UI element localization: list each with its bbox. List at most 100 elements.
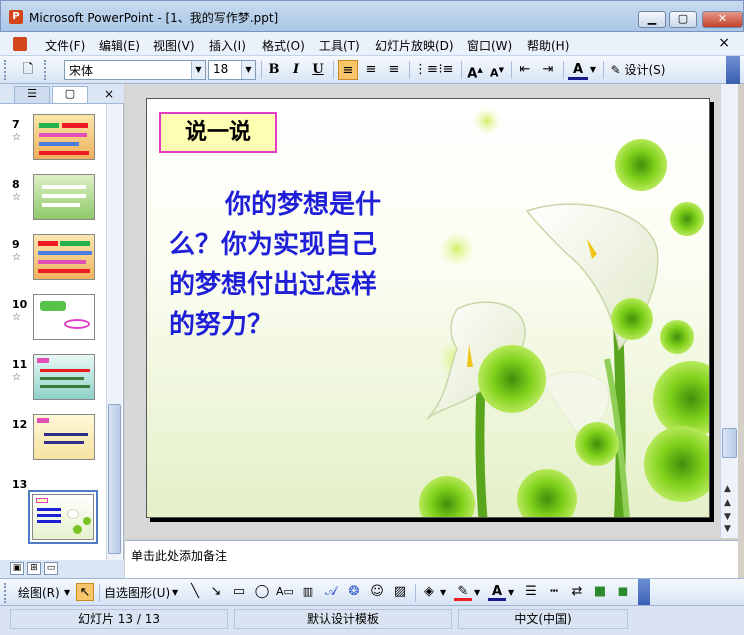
picture-icon[interactable]: ▨ bbox=[391, 583, 409, 601]
font-color-icon[interactable]: A bbox=[568, 60, 588, 80]
align-left-icon[interactable]: ≡ bbox=[338, 60, 358, 80]
close-window-button[interactable]: ✕ bbox=[702, 11, 743, 28]
toolbar-grip[interactable] bbox=[44, 60, 48, 80]
font-size-select[interactable]: 18 ▼ bbox=[208, 60, 256, 80]
chevron-down-icon[interactable]: ▼ bbox=[64, 588, 70, 597]
chrysanthemum bbox=[517, 469, 577, 517]
chevron-down-icon[interactable]: ▼ bbox=[241, 61, 255, 79]
toolbar-options-handle[interactable] bbox=[638, 579, 650, 606]
shadow-style-icon[interactable]: ■ bbox=[591, 583, 609, 601]
oval-icon[interactable]: ◯ bbox=[253, 583, 271, 601]
decrease-font-size-icon[interactable]: A▼ bbox=[487, 60, 507, 80]
slide-title[interactable]: 说一说 bbox=[159, 112, 277, 153]
menu-slideshow[interactable]: 幻灯片放映(D) bbox=[375, 37, 454, 54]
previous-slide-icon[interactable]: ▲ bbox=[724, 484, 731, 494]
rectangle-icon[interactable]: ▭ bbox=[230, 583, 248, 601]
diagram-icon[interactable]: ❂ bbox=[345, 583, 363, 601]
line-color-icon[interactable]: ✎ bbox=[454, 583, 472, 601]
chevron-down-icon[interactable]: ▼ bbox=[474, 588, 480, 597]
menu-view[interactable]: 视图(V) bbox=[153, 37, 195, 54]
wordart-icon[interactable]: 𝒜 bbox=[322, 583, 340, 601]
slide-number: 7 bbox=[12, 118, 20, 131]
chrysanthemum bbox=[478, 345, 546, 413]
menu-format[interactable]: 格式(O) bbox=[262, 37, 305, 54]
next-slide-icon[interactable]: ▼ bbox=[724, 524, 731, 534]
underline-button[interactable]: U bbox=[308, 60, 328, 80]
arrow-icon[interactable]: ↘ bbox=[207, 583, 225, 601]
previous-slide-icon[interactable]: ▲ bbox=[724, 498, 731, 508]
toolbar-grip[interactable] bbox=[4, 583, 8, 603]
slide-thumbnail[interactable] bbox=[33, 234, 95, 280]
menu-edit[interactable]: 编辑(E) bbox=[99, 37, 140, 54]
3d-style-icon[interactable]: ◼ bbox=[614, 583, 632, 601]
line-style-icon[interactable]: ☰ bbox=[522, 583, 540, 601]
select-objects-icon[interactable]: ↖ bbox=[76, 583, 94, 601]
pane-scrollbar-thumb[interactable] bbox=[108, 404, 121, 554]
bulleted-list-icon[interactable]: ⁝≡ bbox=[436, 60, 456, 80]
menu-window[interactable]: 窗口(W) bbox=[467, 37, 512, 54]
tab-slides[interactable]: ▢ bbox=[52, 86, 88, 103]
menu-file[interactable]: 文件(F) bbox=[45, 37, 85, 54]
chrysanthemum bbox=[653, 361, 709, 437]
close-pane-button[interactable]: × bbox=[104, 87, 114, 101]
textbox-icon[interactable]: A▭ bbox=[276, 583, 294, 601]
current-slide[interactable]: 说一说 你的梦想是什么？你为实现自己的梦想付出过怎样的努力？ bbox=[146, 98, 710, 518]
toolbar-grip[interactable] bbox=[4, 60, 8, 80]
next-slide-icon[interactable]: ▼ bbox=[724, 512, 731, 522]
slide-thumbnail[interactable] bbox=[32, 494, 94, 540]
notes-pane[interactable]: 单击此处添加备注 bbox=[125, 540, 738, 578]
slide-scrollbar[interactable]: ▲ ▲ ▼ ▼ bbox=[720, 84, 738, 538]
numbered-list-icon[interactable]: ⋮≡ bbox=[414, 60, 438, 80]
new-document-icon[interactable]: 🗋 bbox=[18, 60, 38, 80]
slide-thumbnail[interactable] bbox=[33, 114, 95, 160]
italic-button[interactable]: I bbox=[286, 60, 306, 80]
document-icon[interactable] bbox=[13, 37, 27, 51]
draw-menu[interactable]: 绘图(R) bbox=[18, 584, 60, 601]
font-color-icon[interactable]: A bbox=[488, 583, 506, 601]
align-right-icon[interactable]: ≡ bbox=[384, 60, 404, 80]
normal-view-icon[interactable]: ▣ bbox=[10, 562, 24, 575]
design-template-name[interactable]: 默认设计模板 bbox=[234, 609, 452, 629]
toolbar-options-handle[interactable] bbox=[726, 56, 740, 84]
slide-thumbnail[interactable] bbox=[33, 354, 95, 400]
dash-style-icon[interactable]: ┅ bbox=[545, 583, 563, 601]
minimize-button[interactable]: ▁ bbox=[638, 11, 666, 28]
powerpoint-icon[interactable]: P bbox=[9, 10, 23, 24]
menu-insert[interactable]: 插入(I) bbox=[209, 37, 246, 54]
chevron-down-icon[interactable]: ▼ bbox=[588, 60, 598, 80]
chevron-down-icon[interactable]: ▼ bbox=[440, 588, 446, 597]
chevron-down-icon[interactable]: ▼ bbox=[508, 588, 514, 597]
increase-indent-icon[interactable]: ⇥ bbox=[538, 60, 558, 80]
slide-question-text[interactable]: 你的梦想是什么？你为实现自己的梦想付出过怎样的努力？ bbox=[169, 185, 397, 345]
pane-scrollbar[interactable] bbox=[106, 104, 122, 560]
vertical-textbox-icon[interactable]: ▥ bbox=[299, 583, 317, 601]
bold-button[interactable]: B bbox=[264, 60, 284, 80]
decrease-indent-icon[interactable]: ⇤ bbox=[515, 60, 535, 80]
align-center-icon[interactable]: ≡ bbox=[361, 60, 381, 80]
line-icon[interactable]: ╲ bbox=[186, 583, 204, 601]
chevron-down-icon[interactable]: ▼ bbox=[172, 588, 178, 597]
maximize-button[interactable]: ▢ bbox=[669, 11, 697, 28]
slide-thumbnail[interactable] bbox=[33, 174, 95, 220]
slide-thumbnail[interactable] bbox=[33, 294, 95, 340]
fill-color-icon[interactable]: ◈ bbox=[420, 583, 438, 601]
increase-font-size-icon[interactable]: A▲ bbox=[465, 60, 485, 81]
arrow-style-icon[interactable]: ⇄ bbox=[568, 583, 586, 601]
toolbar-separator bbox=[261, 61, 262, 79]
slideshow-view-icon[interactable]: ▭ bbox=[44, 562, 58, 575]
slide-thumbnail[interactable] bbox=[33, 414, 95, 460]
close-document-button[interactable]: × bbox=[718, 35, 730, 51]
animation-star-icon: ☆ bbox=[12, 192, 21, 203]
autoshapes-menu[interactable]: 自选图形(U) bbox=[104, 584, 170, 601]
menu-help[interactable]: 帮助(H) bbox=[527, 37, 569, 54]
chevron-down-icon[interactable]: ▼ bbox=[191, 61, 205, 79]
slide-sorter-view-icon[interactable]: ⊞ bbox=[27, 562, 41, 575]
design-button[interactable]: ✎ 设计(S) bbox=[608, 60, 668, 80]
language-indicator: 中文(中国) bbox=[458, 609, 628, 629]
status-bar: 幻灯片 13 / 13 默认设计模板 中文(中国) bbox=[0, 605, 744, 635]
clipart-icon[interactable]: ☺ bbox=[368, 583, 386, 601]
slide-scrollbar-thumb[interactable] bbox=[722, 428, 737, 458]
tab-outline[interactable]: ☰ bbox=[14, 86, 50, 103]
menu-tools[interactable]: 工具(T) bbox=[319, 37, 360, 54]
font-name-select[interactable]: 宋体 ▼ bbox=[64, 60, 206, 80]
